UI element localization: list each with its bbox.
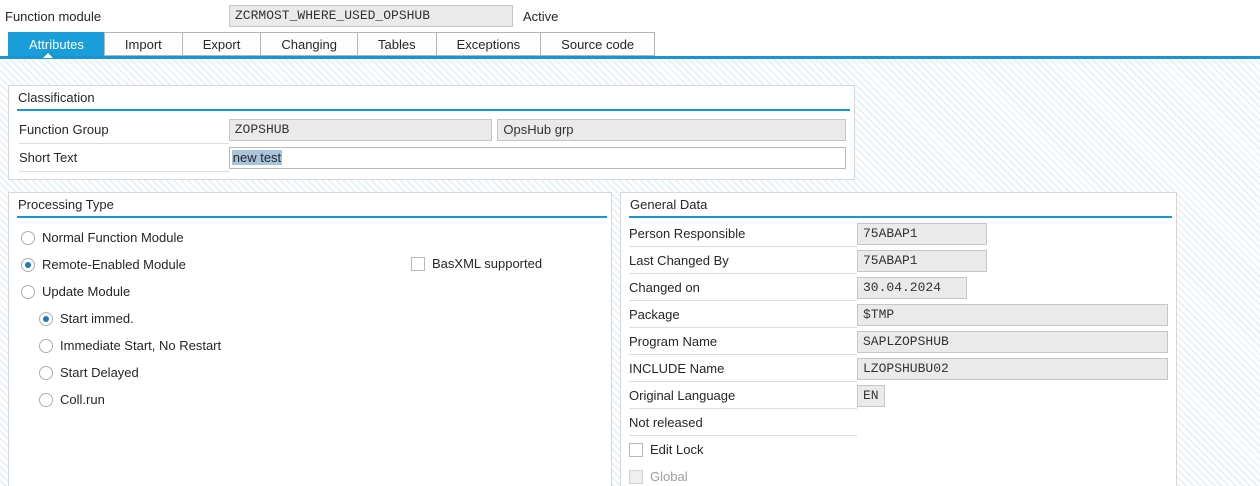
radio-icon [21, 231, 35, 245]
function-group-row: Function Group ZOPSHUB OpsHub grp [19, 116, 846, 144]
short-text-input[interactable]: new test [229, 147, 846, 169]
radio-icon [39, 312, 53, 326]
tab-tables[interactable]: Tables [357, 32, 437, 56]
tab-changing[interactable]: Changing [260, 32, 358, 56]
function-module-field[interactable]: ZCRMOST_WHERE_USED_OPSHUB [229, 5, 513, 27]
program-name-field[interactable]: SAPLZOPSHUB [857, 331, 1168, 353]
edit-lock-checkbox[interactable]: Edit Lock [629, 436, 1168, 463]
radio-icon [21, 285, 35, 299]
last-changed-by-row: Last Changed By 75ABAP1 [629, 247, 1168, 274]
radio-icon [39, 393, 53, 407]
function-module-label: Function module [5, 9, 229, 24]
checkbox-icon [629, 470, 643, 484]
include-name-row: INCLUDE Name LZOPSHUBU02 [629, 355, 1168, 382]
function-group-description-field[interactable]: OpsHub grp [497, 119, 846, 141]
radio-normal-function-module[interactable]: Normal Function Module [9, 224, 611, 251]
include-name-field[interactable]: LZOPSHUBU02 [857, 358, 1168, 380]
program-name-row: Program Name SAPLZOPSHUB [629, 328, 1168, 355]
tab-source-code[interactable]: Source code [540, 32, 655, 56]
processing-type-title: Processing Type [9, 193, 611, 213]
package-field[interactable]: $TMP [857, 304, 1168, 326]
short-text-label: Short Text [19, 144, 229, 172]
radio-update-module[interactable]: Update Module [9, 278, 611, 305]
radio-start-delayed[interactable]: Start Delayed [9, 359, 611, 386]
checkbox-icon [629, 443, 643, 457]
header-bar: Function module ZCRMOST_WHERE_USED_OPSHU… [0, 0, 1260, 32]
tab-export[interactable]: Export [182, 32, 262, 56]
radio-icon [39, 339, 53, 353]
person-responsible-field[interactable]: 75ABAP1 [857, 223, 987, 245]
general-data-panel: General Data Person Responsible 75ABAP1 … [620, 192, 1177, 486]
radio-immediate-start-no-restart[interactable]: Immediate Start, No Restart [9, 332, 611, 359]
release-status-row: Not released [629, 409, 1168, 436]
radio-icon [39, 366, 53, 380]
radio-coll-run[interactable]: Coll.run [9, 386, 611, 413]
package-row: Package $TMP [629, 301, 1168, 328]
content-area: Classification Function Group ZOPSHUB Op… [0, 59, 1260, 486]
general-data-title: General Data [621, 193, 1176, 213]
active-tab-caret-icon [40, 50, 56, 57]
global-checkbox: Global [629, 463, 1168, 486]
classification-title: Classification [9, 86, 854, 106]
tab-import[interactable]: Import [104, 32, 183, 56]
tab-strip: Attributes Import Export Changing Tables… [8, 32, 1260, 56]
release-status-text: Not released [629, 409, 857, 436]
original-language-field[interactable]: EN [857, 385, 885, 407]
short-text-selected-value: new test [232, 150, 282, 165]
original-language-row: Original Language EN [629, 382, 1168, 409]
function-group-field[interactable]: ZOPSHUB [229, 119, 493, 141]
changed-on-field[interactable]: 30.04.2024 [857, 277, 967, 299]
changed-on-row: Changed on 30.04.2024 [629, 274, 1168, 301]
function-module-attributes-screen: Function module ZCRMOST_WHERE_USED_OPSHU… [0, 0, 1260, 486]
tab-attributes[interactable]: Attributes [8, 32, 105, 56]
tab-exceptions[interactable]: Exceptions [436, 32, 542, 56]
status-text: Active [523, 9, 558, 24]
checkbox-icon [411, 257, 425, 271]
basxml-supported-checkbox[interactable]: BasXML supported [411, 250, 542, 277]
radio-start-immed[interactable]: Start immed. [9, 305, 611, 332]
person-responsible-row: Person Responsible 75ABAP1 [629, 220, 1168, 247]
last-changed-by-field[interactable]: 75ABAP1 [857, 250, 987, 272]
short-text-row: Short Text new test [19, 144, 846, 172]
function-group-label: Function Group [19, 116, 229, 144]
classification-panel: Classification Function Group ZOPSHUB Op… [8, 85, 855, 180]
radio-icon [21, 258, 35, 272]
processing-type-panel: Processing Type Normal Function Module R… [8, 192, 612, 486]
